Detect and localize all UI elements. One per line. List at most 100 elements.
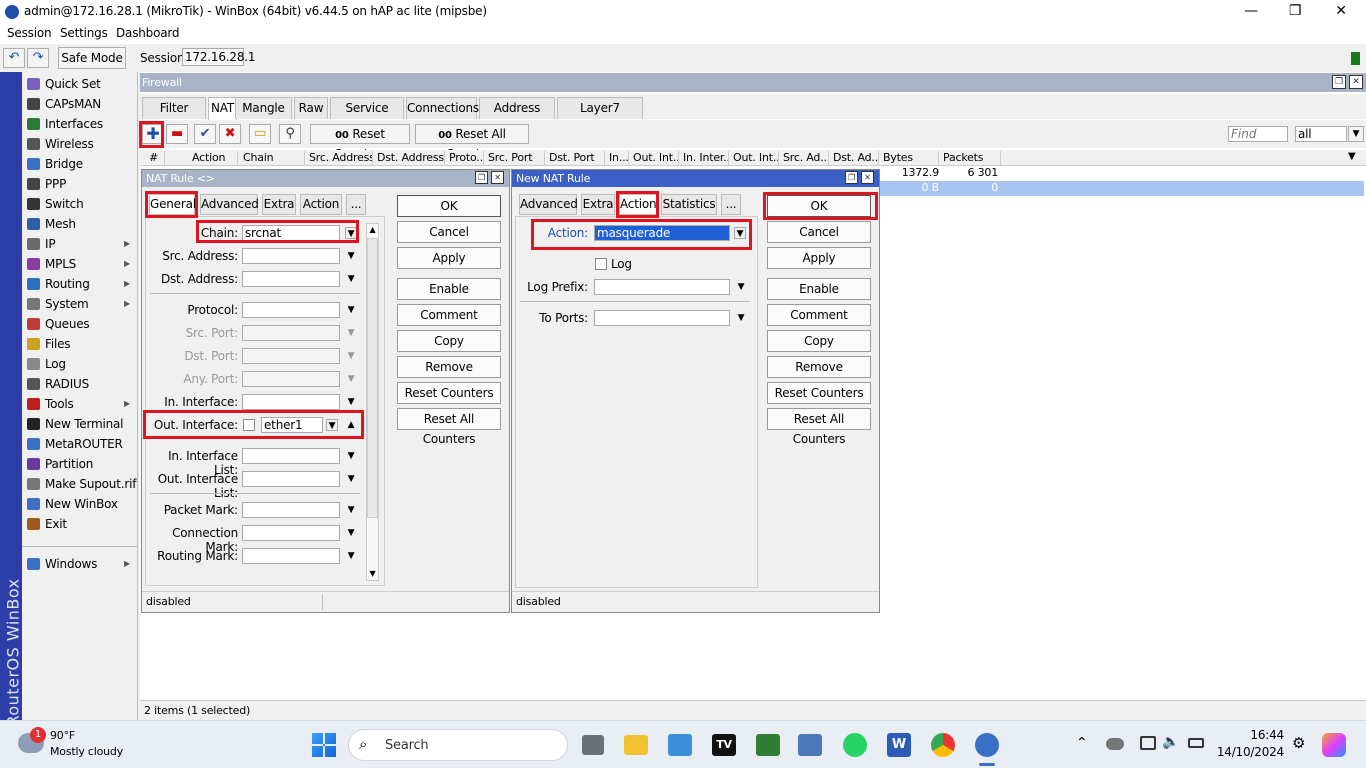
display-icon[interactable]: [1140, 736, 1156, 750]
table-row-selected[interactable]: 0 B 0: [880, 181, 1364, 196]
sidebar-item-partition[interactable]: Partition: [22, 454, 138, 474]
column-header[interactable]: In. Inter...: [681, 151, 729, 166]
column-header[interactable]: Dst. Port: [547, 151, 605, 166]
sidebar-item-log[interactable]: Log: [22, 354, 138, 374]
tab-more[interactable]: ...: [346, 194, 366, 215]
close-button[interactable]: ✕: [1318, 0, 1364, 24]
src-address-field[interactable]: [242, 248, 340, 264]
routing-mark-dropdown-icon[interactable]: ▼: [345, 550, 357, 562]
copy-button[interactable]: Copy: [767, 330, 871, 352]
sidebar-item-system[interactable]: System ▶: [22, 294, 138, 314]
filter-icon[interactable]: ⚲: [279, 124, 301, 144]
sidebar-item-exit[interactable]: Exit: [22, 514, 138, 534]
sidebar-item-bridge[interactable]: Bridge: [22, 154, 138, 174]
connection-mark-dropdown-icon[interactable]: ▼: [345, 527, 357, 539]
scroll-up-icon[interactable]: ▲: [367, 224, 378, 236]
app-icon[interactable]: [668, 734, 692, 756]
column-header[interactable]: Action: [190, 151, 238, 166]
reset-counters-button[interactable]: 00 Reset Counters: [310, 124, 410, 161]
ok-button[interactable]: OK: [397, 195, 501, 217]
virtualbox-icon[interactable]: [798, 734, 822, 756]
packet-mark-field[interactable]: [242, 502, 340, 518]
reset-counters-button[interactable]: Reset Counters: [397, 382, 501, 404]
tab-action[interactable]: Action: [300, 194, 342, 215]
close-icon[interactable]: ✕: [491, 171, 504, 184]
remove-button[interactable]: Remove: [397, 356, 501, 378]
sidebar-item-windows[interactable]: Windows ▶: [22, 554, 138, 574]
log-prefix-dropdown-icon[interactable]: ▼: [735, 281, 747, 293]
volume-icon[interactable]: 🔈: [1162, 734, 1179, 750]
chevron-up-icon[interactable]: ⌃: [1076, 735, 1088, 751]
clock-time[interactable]: 16:44: [1222, 728, 1284, 742]
sidebar-item-capsman[interactable]: CAPsMAN: [22, 94, 138, 114]
remove-button[interactable]: Remove: [767, 356, 871, 378]
sidebar-item-mpls[interactable]: MPLS ▶: [22, 254, 138, 274]
columns-dropdown-icon[interactable]: ▼: [1348, 151, 1356, 162]
maximize-button[interactable]: ❐: [1272, 0, 1318, 24]
comment-button[interactable]: Comment: [767, 304, 871, 326]
column-header[interactable]: Dst. Address: [375, 151, 445, 166]
sidebar-item-interfaces[interactable]: Interfaces: [22, 114, 138, 134]
tab-filter-rules[interactable]: Filter Rules: [142, 97, 206, 135]
column-header[interactable]: Dst. Ad...: [831, 151, 879, 166]
column-header[interactable]: Src. Port: [486, 151, 545, 166]
copilot-icon[interactable]: [1322, 733, 1346, 757]
routing-mark-field[interactable]: [242, 548, 340, 564]
in-interface-list-field[interactable]: [242, 448, 340, 464]
scroll-thumb[interactable]: [367, 238, 378, 518]
start-icon[interactable]: [312, 733, 336, 757]
sidebar-item-ppp[interactable]: PPP: [22, 174, 138, 194]
filter-dropdown-icon[interactable]: ▼: [1348, 126, 1364, 142]
clock-date[interactable]: 14/10/2024: [1214, 745, 1284, 759]
settings-gear-icon[interactable]: ⚙: [1292, 734, 1305, 752]
log-prefix-field[interactable]: [594, 279, 730, 295]
enable-button[interactable]: Enable: [397, 278, 501, 300]
tab-more[interactable]: ...: [721, 194, 741, 215]
column-header[interactable]: In....: [607, 151, 629, 166]
tab-advanced[interactable]: Advanced: [200, 194, 259, 215]
undo-button[interactable]: ↶: [3, 48, 25, 68]
reset-all-counters-button[interactable]: Reset All Counters: [767, 408, 871, 446]
sidebar-item-tools[interactable]: Tools ▶: [22, 394, 138, 414]
restore-icon[interactable]: ❐: [845, 171, 858, 184]
column-header[interactable]: Src. Address: [307, 151, 373, 166]
minimize-button[interactable]: —: [1228, 0, 1274, 24]
table-row[interactable]: 1372.9 KiB 6 301: [880, 166, 1001, 192]
redo-button[interactable]: ↷: [27, 48, 49, 68]
column-header[interactable]: Src. Ad...: [781, 151, 829, 166]
remove-icon[interactable]: ▬: [166, 124, 188, 144]
out-interface-list-dropdown-icon[interactable]: ▼: [345, 473, 357, 485]
battery-icon[interactable]: [1188, 738, 1204, 748]
protocol-field[interactable]: [242, 302, 340, 318]
network-app-icon[interactable]: [756, 734, 780, 756]
in-interface-dropdown-icon[interactable]: ▼: [345, 396, 357, 408]
connection-mark-field[interactable]: [242, 525, 340, 541]
scroll-down-icon[interactable]: ▼: [367, 568, 378, 580]
tab-extra[interactable]: Extra: [262, 194, 296, 215]
to-ports-dropdown-icon[interactable]: ▼: [735, 312, 747, 324]
sidebar-item-routing[interactable]: Routing ▶: [22, 274, 138, 294]
column-header[interactable]: Chain: [241, 151, 305, 166]
close-icon[interactable]: ✕: [861, 171, 874, 184]
comment-icon[interactable]: ▭: [249, 124, 271, 144]
close-icon[interactable]: ✕: [1349, 75, 1363, 89]
safe-mode-button[interactable]: Safe Mode: [58, 47, 126, 69]
filter-select[interactable]: all: [1295, 126, 1347, 142]
restore-icon[interactable]: ❐: [475, 171, 488, 184]
reset-all-counters-button[interactable]: 00 Reset All Counters: [415, 124, 529, 161]
comment-button[interactable]: Comment: [397, 304, 501, 326]
cancel-button[interactable]: Cancel: [767, 221, 871, 243]
tray-app-icon[interactable]: [1106, 738, 1124, 750]
log-checkbox[interactable]: [595, 258, 607, 270]
tab-raw[interactable]: Raw: [294, 97, 328, 119]
menu-session[interactable]: Session: [7, 26, 52, 40]
column-header[interactable]: Bytes: [881, 151, 939, 166]
tab-connections[interactable]: Connections: [406, 97, 479, 119]
menu-dashboard[interactable]: Dashboard: [116, 26, 180, 40]
enable-icon[interactable]: ✔: [194, 124, 216, 144]
tab-nat[interactable]: NAT: [208, 97, 237, 120]
restore-icon[interactable]: ❐: [1332, 75, 1346, 89]
tab-statistics[interactable]: Statistics: [661, 194, 717, 215]
tab-extra[interactable]: Extra: [581, 194, 615, 215]
sidebar-item-radius[interactable]: RADIUS: [22, 374, 138, 394]
